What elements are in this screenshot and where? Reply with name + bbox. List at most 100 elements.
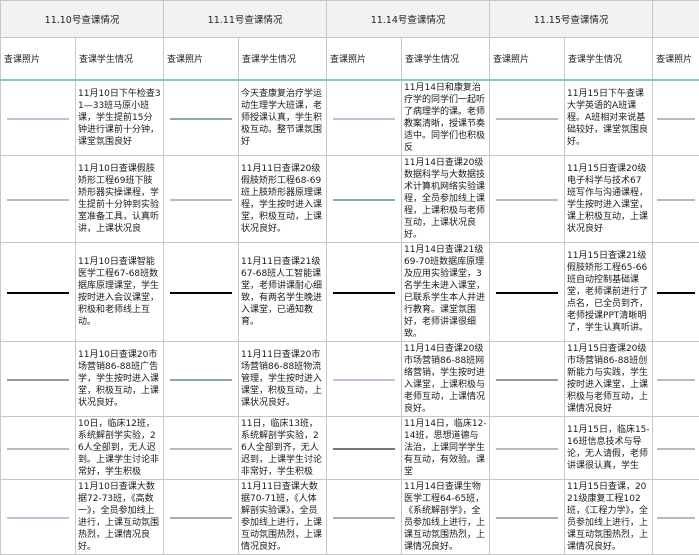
status-col-header: 查课学生情况 xyxy=(239,38,327,81)
inspection-note: 11月10日查课20市场营销86-88班广告学，学生按时进入课堂，积极互动，上课… xyxy=(76,342,164,417)
inspection-note: 10日，临床12班，系统解剖学实验，26人全部到，无人迟到。上课学生讨论非常好，… xyxy=(76,417,164,480)
photo-thumbnail xyxy=(496,199,558,201)
inspection-note: 11日，临床13班，系统解剖学实验，26人全部到齐，无人迟到，上课学生讨论非常好… xyxy=(239,417,327,480)
inspection-note-text: 11月10日查课假肢矫形工程69班下肢矫形器实操课程，学生提前十分钟到实验室准备… xyxy=(76,162,163,236)
inspection-note-text: 10日，临床12班，系统解剖学实验，26人全部到，无人迟到。上课学生讨论非常好，… xyxy=(76,417,163,479)
inspection-note-text: 11月11日查课20市场营销86-88班物流管理，学生按时进入课堂，积极互动，上… xyxy=(239,348,326,410)
photo-thumbnail xyxy=(333,118,395,120)
photo-thumbnail xyxy=(170,199,232,201)
photo-thumbnail xyxy=(657,448,696,450)
class-photo xyxy=(490,156,565,243)
photo-thumbnail xyxy=(657,118,696,120)
date-header-1110: 11.10号查课情况 xyxy=(1,1,164,38)
inspection-note: 11月10日下午检查31—33班马原小班课，学生提前15分钟进行课前十分钟，课堂… xyxy=(76,80,164,156)
inspection-note: 11月14日，临床12-14班，思想道德与法治，上课同学学生有互动，有效验。课堂 xyxy=(402,417,490,480)
inspection-note: 11月14日查课生物医学工程64-65班，《系统解剖学》，全员参加线上进行，上课… xyxy=(402,480,490,555)
status-col-header: 查课学生情况 xyxy=(402,38,490,81)
photo-thumbnail xyxy=(657,517,696,519)
class-photo xyxy=(327,480,402,555)
inspection-note-text: 11月11日查课20级假肢矫形工程68-69班上肢矫形器原理课程，学生按时进入课… xyxy=(239,162,326,236)
inspection-note: 11月11日查课大数据70-71班，《人体解剖实验课》，全员参加线上进行，上课互… xyxy=(239,480,327,555)
inspection-note-text: 11月11日查课大数据70-71班，《人体解剖实验课》，全员参加线上进行，上课互… xyxy=(239,480,326,554)
date-header-1111: 11.11号查课情况 xyxy=(164,1,327,38)
inspection-note: 11月10日查课智能医学工程67-68班数据库原理课堂，学生按时进入会议课堂，积… xyxy=(76,243,164,342)
photo-thumbnail xyxy=(170,379,232,381)
inspection-note-text: 11月14日查课20级数据科学与大数据技术计算机网络实验课程，全员参加线上课程，… xyxy=(402,156,489,242)
photo-thumbnail xyxy=(496,517,558,519)
class-photo xyxy=(327,417,402,480)
class-photo xyxy=(490,480,565,555)
class-photo xyxy=(327,243,402,342)
class-photo xyxy=(653,156,699,243)
class-photo xyxy=(490,243,565,342)
class-photo xyxy=(653,417,699,480)
photo-col-header: 查课照片 xyxy=(164,38,239,81)
inspection-note: 11月10日查课假肢矫形工程69班下肢矫形器实操课程，学生提前十分钟到实验室准备… xyxy=(76,156,164,243)
class-photo xyxy=(653,480,699,555)
date-header-1114: 11.14号查课情况 xyxy=(327,1,490,38)
photo-thumbnail xyxy=(7,448,69,450)
class-photo xyxy=(490,342,565,417)
inspection-note-text: 11月10日查课智能医学工程67-68班数据库原理课堂，学生按时进入会议课堂，积… xyxy=(76,255,163,329)
photo-thumbnail xyxy=(170,118,232,120)
class-photo xyxy=(164,243,239,342)
inspection-note-text: 11日，临床13班，系统解剖学实验，26人全部到齐，无人迟到，上课学生讨论非常好… xyxy=(239,417,326,479)
table-row: 11月10日查课大数据72-73班，《高数一》，全员参加线上进行，上课互动氛围热… xyxy=(1,480,699,555)
class-photo xyxy=(653,342,699,417)
class-photo xyxy=(490,80,565,156)
inspection-note: 11月15日查课21级假肢矫形工程65-66班自动控制基础课堂，老师课前进行了点… xyxy=(565,243,653,342)
inspection-note-text: 11月15日查课20级电子科学与技术67班写作与沟通课程，学生按时进入课堂，课上… xyxy=(565,162,652,236)
photo-thumbnail xyxy=(7,292,69,294)
photo-thumbnail xyxy=(496,118,558,120)
inspection-note: 今天查康复治疗学运动生理学大班课，老师授课认真，学生积极互动。整节课氛围好 xyxy=(239,80,327,156)
class-photo xyxy=(327,80,402,156)
inspection-note-text: 11月10日查课大数据72-73班，《高数一》，全员参加线上进行，上课互动氛围热… xyxy=(76,480,163,554)
inspection-note-text: 11月14日和康复治疗学的同学们一起听了病理学的课。老师教案清晰，授课节奏适中。… xyxy=(402,81,489,155)
class-photo xyxy=(164,342,239,417)
class-photo xyxy=(1,80,76,156)
class-photo xyxy=(1,480,76,555)
photo-thumbnail xyxy=(496,379,558,381)
class-photo xyxy=(164,80,239,156)
photo-thumbnail xyxy=(7,118,69,120)
inspection-note: 11月11日查课20级假肢矫形工程68-69班上肢矫形器原理课程，学生按时进入课… xyxy=(239,156,327,243)
inspection-note: 11月11日查课20市场营销86-88班物流管理，学生按时进入课堂，积极互动，上… xyxy=(239,342,327,417)
date-header-1115: 11.15号查课情况 xyxy=(490,1,653,38)
photo-thumbnail xyxy=(170,517,232,519)
photo-thumbnail xyxy=(7,517,69,519)
photo-thumbnail xyxy=(496,292,558,294)
inspection-note: 11月14日查课20级市场营销86-88班网络营销，学生按时进入课堂，上课积极与… xyxy=(402,342,490,417)
inspection-note-text: 11月14日查课生物医学工程64-65班，《系统解剖学》，全员参加线上进行，上课… xyxy=(402,480,489,554)
photo-thumbnail xyxy=(657,379,696,381)
inspection-note: 11月11日查课21级67-68班人工智能课堂，老师讲课耐心细致，有两名学生晚进… xyxy=(239,243,327,342)
class-photo xyxy=(653,80,699,156)
status-col-header: 查课学生情况 xyxy=(565,38,653,81)
inspection-note-text: 11月10日查课20市场营销86-88班广告学，学生按时进入课堂，积极互动，上课… xyxy=(76,348,163,410)
inspection-note: 11月15日，临床15-16班信息技术与导论，无人请假，老师讲课很认真，学生 xyxy=(565,417,653,480)
photo-thumbnail xyxy=(496,448,558,450)
inspection-note: 11月14日查课21级69-70班数据库原理及应用实验课堂，3名学生未进入课堂，… xyxy=(402,243,490,342)
photo-thumbnail xyxy=(657,199,696,201)
inspection-note-text: 11月11日查课21级67-68班人工智能课堂，老师讲课耐心细致，有两名学生晚进… xyxy=(239,255,326,329)
inspection-note-text: 11月15日查课21级假肢矫形工程65-66班自动控制基础课堂，老师课前进行了点… xyxy=(565,249,652,335)
date-header-overflow xyxy=(653,1,699,38)
inspection-note: 11月15日查课20级电子科学与技术67班写作与沟通课程，学生按时进入课堂，课上… xyxy=(565,156,653,243)
photo-thumbnail xyxy=(7,379,69,381)
inspection-note-text: 11月15日查课，2021级康复工程102班，《工程力学》，全员参加线上进行，上… xyxy=(565,480,652,554)
photo-thumbnail xyxy=(333,292,395,294)
inspection-note-text: 今天查康复治疗学运动生理学大班课，老师授课认真，学生积极互动。整节课氛围好 xyxy=(239,87,326,149)
class-photo xyxy=(1,417,76,480)
inspection-note: 11月14日查课20级数据科学与大数据技术计算机网络实验课程，全员参加线上课程，… xyxy=(402,156,490,243)
photo-thumbnail xyxy=(170,448,232,450)
class-photo xyxy=(164,156,239,243)
class-photo xyxy=(327,156,402,243)
inspection-note-text: 11月14日查课21级69-70班数据库原理及应用实验课堂，3名学生未进入课堂，… xyxy=(402,243,489,341)
class-photo xyxy=(164,417,239,480)
photo-thumbnail xyxy=(333,199,395,201)
class-photo xyxy=(1,156,76,243)
class-photo xyxy=(327,342,402,417)
inspection-note: 11月15日查课20级市场营销86-88班创新能力与实践，学生按时进入课堂，上课… xyxy=(565,342,653,417)
table-row: 11月10日查课20市场营销86-88班广告学，学生按时进入课堂，积极互动，上课… xyxy=(1,342,699,417)
table-row: 10日，临床12班，系统解剖学实验，26人全部到，无人迟到。上课学生讨论非常好，… xyxy=(1,417,699,480)
class-photo xyxy=(1,342,76,417)
